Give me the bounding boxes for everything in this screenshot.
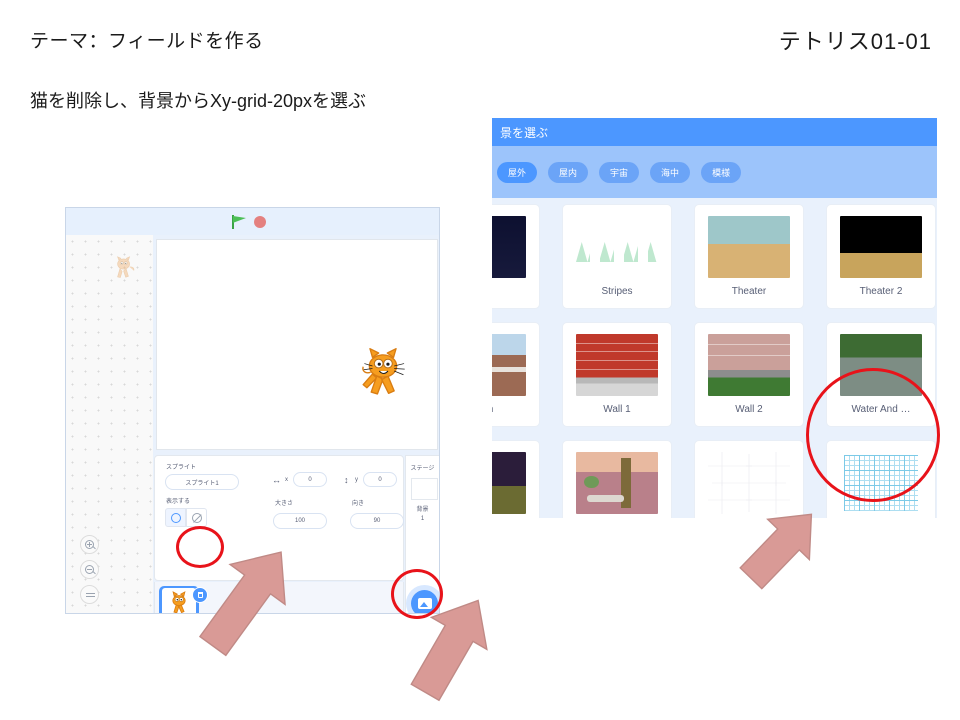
sprite-size-label: 大きさ (275, 501, 294, 507)
stage-header-bar (66, 208, 439, 235)
sprite-panel-label: スプライト (166, 465, 197, 471)
backdrop-label: Theater (731, 286, 767, 297)
stop-icon[interactable] (254, 216, 266, 228)
backdrop-card-woods-and-bench[interactable]: Woods And… (562, 440, 672, 518)
backdrop-thumb-stripes (576, 216, 658, 278)
zoom-reset-icon[interactable] (80, 585, 99, 604)
y-axis-arrow-icon: ↕ (344, 475, 349, 485)
annotation-arrow-delete-sprite (188, 536, 308, 666)
sprite-y-label: y (355, 477, 358, 483)
stage-cat-sprite[interactable] (352, 340, 414, 402)
backdrop-card-urban[interactable]: ban (492, 322, 540, 427)
backdrop-card-stars[interactable]: ars (492, 204, 540, 309)
slide-instruction-text: 猫を削除し、背景からXy-grid-20pxを選ぶ (30, 91, 367, 111)
tab-underwater[interactable]: 海中 (650, 161, 691, 183)
tab-space[interactable]: 宇宙 (599, 161, 640, 183)
stage-thumbnail[interactable] (411, 478, 438, 500)
stage-selector-title: ステージ (410, 466, 435, 472)
backdrop-thumb-wall-2 (708, 334, 790, 396)
backdrop-thumb-woods-and-bench (576, 452, 658, 514)
zoom-in-icon[interactable] (80, 535, 99, 554)
backdrop-thumb-urban (492, 334, 526, 396)
x-axis-arrow-icon: ↔ (272, 475, 281, 485)
sprite-size-input[interactable]: 100 (273, 513, 327, 529)
code-area-cat-watermark (117, 256, 135, 278)
backdrop-thumb-wall-1 (576, 334, 658, 396)
backdrop-card-wall-1[interactable]: Wall 1 (562, 322, 672, 427)
backdrop-label: Theater 2 (859, 286, 903, 297)
zoom-out-icon[interactable] (80, 560, 99, 579)
sprite-x-input[interactable]: 0 (293, 472, 327, 487)
slide-number-title: テトリス01-01 (778, 29, 932, 54)
backdrop-thumb-stars (492, 216, 526, 278)
sprite-show-label: 表示する (166, 499, 191, 505)
backdrop-category-tabs: 屋外 屋内 宇宙 海中 模様 (492, 146, 937, 198)
backdrop-card-wall-2[interactable]: Wall 2 (694, 322, 804, 427)
sprite-name-input[interactable]: スプライト1 (165, 474, 239, 490)
sprite-x-label: x (285, 477, 288, 483)
sprite-direction-input[interactable]: 90 (350, 513, 404, 529)
annotation-circle-xy-grid-20px (806, 368, 940, 502)
backdrop-thumb-woods (492, 452, 526, 514)
tab-patterns[interactable]: 模様 (701, 161, 742, 183)
annotation-arrow-xy-grid-20px (728, 498, 838, 598)
stage-canvas[interactable] (156, 239, 438, 450)
backdrop-label: Wall 1 (603, 404, 631, 415)
page-title: テーマ：フィールドを作る (30, 31, 264, 52)
backdrop-count-value: 1 (420, 516, 425, 522)
backdrop-label: Stripes (601, 286, 633, 297)
backdrop-thumb-theater-2 (840, 216, 922, 278)
backdrop-count-label: 背景 (416, 507, 429, 513)
backdrop-card-theater-2[interactable]: Theater 2 (826, 204, 936, 309)
code-workspace[interactable] (66, 235, 153, 613)
backdrop-label: Wall 2 (735, 404, 763, 415)
backdrop-label: ban (492, 404, 493, 415)
backdrop-card-theater[interactable]: Theater (694, 204, 804, 309)
sprite-show-button[interactable] (165, 508, 186, 527)
tab-outdoors[interactable]: 屋外 (497, 161, 538, 183)
sprite-direction-label: 向き (352, 501, 365, 507)
backdrop-card-stripes[interactable]: Stripes (562, 204, 672, 309)
backdrop-library-title: 景を選ぶ (492, 118, 937, 146)
tab-indoors[interactable]: 屋内 (548, 161, 589, 183)
backdrop-thumb-theater (708, 216, 790, 278)
backdrop-card-woods[interactable]: ods (492, 440, 540, 518)
annotation-arrow-add-backdrop (398, 586, 508, 706)
sprite-hide-button[interactable] (186, 508, 207, 527)
sprite-y-input[interactable]: 0 (363, 472, 397, 487)
